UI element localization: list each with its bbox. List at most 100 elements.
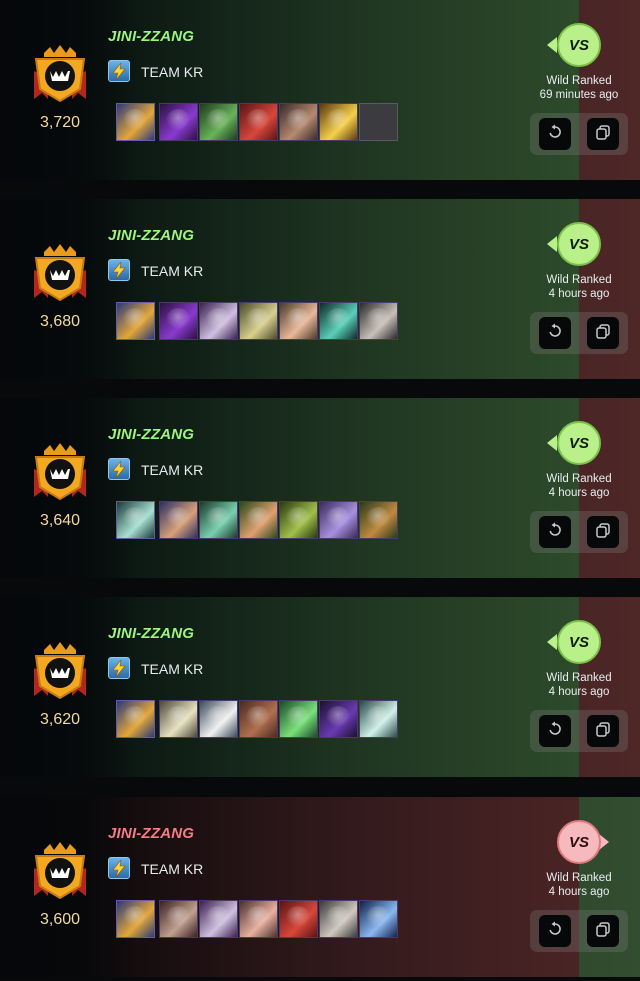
card-helmed-warrior[interactable] (159, 900, 198, 938)
team-cards (116, 302, 399, 340)
rating-value: 3,640 (39, 512, 81, 529)
card-art (123, 308, 147, 330)
card-art (286, 906, 310, 928)
battle-row[interactable]: 3,600 JINI-ZZANG TEAM KR VS Wild Ranked 4 hou… (0, 797, 640, 977)
vs-button[interactable]: VS (557, 820, 601, 864)
card-teal-golem[interactable] (319, 302, 358, 340)
guild-name[interactable]: TEAM KR (141, 263, 203, 279)
card-pale-dragon[interactable] (159, 700, 198, 738)
player-name[interactable]: JINI-ZZANG (108, 426, 194, 443)
copy-team-icon (595, 921, 611, 942)
card-winged-sprite[interactable] (279, 302, 318, 340)
battle-row[interactable]: 3,620 JINI-ZZANG TEAM KR VS Wild Ranked 4 hou… (0, 597, 640, 777)
replay-button[interactable] (539, 516, 571, 548)
copy-team-icon (595, 522, 611, 543)
card-summoner-warrior[interactable] (116, 900, 155, 938)
vs-pointer (547, 435, 557, 451)
copy-team-button[interactable] (587, 317, 619, 349)
card-white-bird[interactable] (199, 700, 238, 738)
battle-row[interactable]: 3,680 JINI-ZZANG TEAM KR VS Wild Ranked 4 hou… (0, 199, 640, 379)
card-red-dragon[interactable] (239, 103, 278, 141)
card-art (366, 308, 390, 330)
guild-name[interactable]: TEAM KR (141, 64, 203, 80)
card-bandit-rider[interactable] (279, 103, 318, 141)
card-art (206, 308, 230, 330)
card-art (246, 109, 270, 131)
player-name[interactable]: JINI-ZZANG (108, 227, 194, 244)
rating-value: 3,680 (39, 313, 81, 330)
card-shadow-ninja[interactable] (319, 700, 358, 738)
copy-team-button[interactable] (587, 516, 619, 548)
card-pale-wraith[interactable] (319, 900, 358, 938)
replay-icon (547, 124, 563, 145)
battle-mode: Wild Ranked (546, 672, 612, 684)
card-art (246, 308, 270, 330)
copy-team-button[interactable] (587, 118, 619, 150)
card-art (166, 507, 190, 529)
copy-team-button[interactable] (587, 915, 619, 947)
card-earth-summoner[interactable] (116, 501, 155, 539)
player-name[interactable]: JINI-ZZANG (108, 28, 194, 45)
card-art (206, 507, 230, 529)
card-brown-beast[interactable] (239, 700, 278, 738)
card-green-serpent[interactable] (199, 501, 238, 539)
guild-name[interactable]: TEAM KR (141, 661, 203, 677)
battle-actions (530, 511, 628, 553)
vs-pointer (547, 236, 557, 252)
lightning-guild-icon (108, 657, 130, 679)
card-shadow-armor[interactable] (159, 103, 198, 141)
card-summoner-warrior[interactable] (116, 700, 155, 738)
card-wolf-rider[interactable] (159, 501, 198, 539)
card-summoner-warrior[interactable] (116, 103, 155, 141)
battle-row[interactable]: 3,720 JINI-ZZANG TEAM KR VS Wild Ranked 69 mi… (0, 0, 640, 180)
replay-icon (547, 921, 563, 942)
guild-name[interactable]: TEAM KR (141, 462, 203, 478)
card-green-plant[interactable] (279, 700, 318, 738)
card-goblin-rogue[interactable] (359, 501, 398, 539)
card-hooded-mystic[interactable] (359, 302, 398, 340)
player-name[interactable]: JINI-ZZANG (108, 625, 194, 642)
vs-pointer (547, 37, 557, 53)
card-art (326, 507, 350, 529)
card-red-dragon[interactable] (279, 900, 318, 938)
card-art (366, 706, 390, 728)
team-cards (116, 900, 399, 938)
card-golden-fire[interactable] (319, 103, 358, 141)
vs-button[interactable]: VS (557, 620, 601, 664)
card-art (123, 507, 147, 529)
replay-button[interactable] (539, 317, 571, 349)
league-crown-badge-icon (28, 439, 92, 503)
card-pink-brute[interactable] (239, 900, 278, 938)
card-green-beast[interactable] (199, 103, 238, 141)
card-purple-knight[interactable] (199, 900, 238, 938)
battle-actions (530, 312, 628, 354)
card-shadow-armor[interactable] (159, 302, 198, 340)
player-name[interactable]: JINI-ZZANG (108, 825, 194, 842)
vs-button[interactable]: VS (557, 421, 601, 465)
replay-button[interactable] (539, 715, 571, 747)
replay-button[interactable] (539, 118, 571, 150)
battle-actions (530, 910, 628, 952)
card-ice-spirit[interactable] (359, 700, 398, 738)
card-feathered-beast[interactable] (239, 302, 278, 340)
battle-row[interactable]: 3,640 JINI-ZZANG TEAM KR VS Wild Ranked 4 hou… (0, 398, 640, 578)
card-unicorn-mage[interactable] (319, 501, 358, 539)
card-art (123, 706, 147, 728)
vs-button[interactable]: VS (557, 23, 601, 67)
card-art (206, 109, 230, 131)
card-art (366, 507, 390, 529)
league-crown-badge-icon (28, 41, 92, 105)
vs-button[interactable]: VS (557, 222, 601, 266)
card-forest-archer[interactable] (279, 501, 318, 539)
card-purple-knight[interactable] (199, 302, 238, 340)
copy-team-button[interactable] (587, 715, 619, 747)
card-empty-slot[interactable] (359, 103, 398, 141)
team-cards (116, 700, 399, 738)
card-summoner-warrior[interactable] (116, 302, 155, 340)
replay-button[interactable] (539, 915, 571, 947)
card-art (246, 906, 270, 928)
card-art (326, 109, 350, 131)
card-elf-druid[interactable] (239, 501, 278, 539)
guild-name[interactable]: TEAM KR (141, 861, 203, 877)
card-skull-spirit[interactable] (359, 900, 398, 938)
